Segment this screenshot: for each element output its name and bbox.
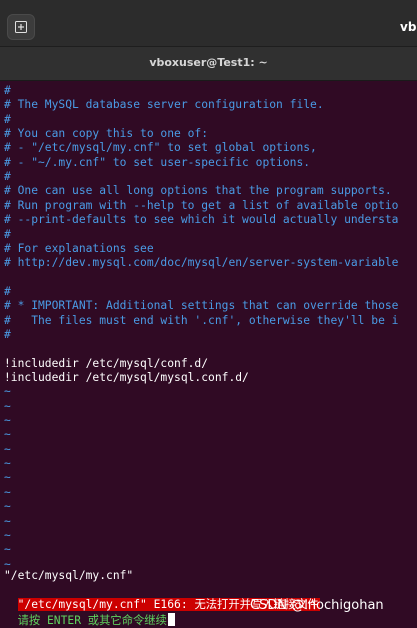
editor-line: # [4, 112, 11, 126]
editor-line: # [4, 170, 11, 184]
window-title-bar: vboxuser@Test1: ~ [0, 47, 417, 81]
tilde-line: ~ [4, 500, 11, 514]
editor-line: # Run program with --help to get a list … [4, 198, 399, 212]
editor-line: # The files must end with '.cnf', otherw… [4, 313, 399, 327]
new-tab-button[interactable] [7, 14, 35, 40]
editor-line: # The MySQL database server configuratio… [4, 98, 324, 112]
tilde-line: ~ [4, 442, 11, 456]
prompt-line: 请按 ENTER 或其它命令继续 [4, 599, 175, 627]
editor-line: # One can use all long options that the … [4, 184, 392, 198]
tilde-line: ~ [4, 457, 11, 471]
editor-line: !includedir /etc/mysql/conf.d/ [4, 356, 209, 370]
editor-line: # You can copy this to one of: [4, 127, 209, 141]
editor-line: # [4, 284, 11, 298]
status-filename: "/etc/mysql/my.cnf" [4, 569, 134, 582]
tilde-line: ~ [4, 385, 11, 399]
tilde-line: ~ [4, 428, 11, 442]
watermark: CSDN @lnochigohan [250, 598, 384, 613]
editor-line: # - "~/.my.cnf" to set user-specific opt… [4, 155, 311, 169]
editor-line: # --print-defaults to see which it would… [4, 213, 399, 227]
text-cursor [167, 613, 175, 626]
tilde-line: ~ [4, 414, 11, 428]
terminal-area[interactable]: # # The MySQL database server configurati… [0, 81, 417, 627]
header-bar: vb [0, 0, 417, 47]
editor-line: !includedir /etc/mysql/mysql.conf.d/ [4, 371, 249, 384]
editor-line: # [4, 227, 11, 241]
editor-line: # For explanations see [4, 241, 154, 255]
new-tab-icon [15, 21, 27, 33]
tilde-line: ~ [4, 399, 11, 413]
tilde-line: ~ [4, 485, 11, 499]
tilde-line: ~ [4, 471, 11, 485]
app-title: vb [400, 20, 417, 34]
editor-line: # * IMPORTANT: Additional settings that … [4, 299, 399, 313]
editor-line: # [4, 84, 11, 97]
tilde-line: ~ [4, 528, 11, 542]
editor-line: # - "/etc/mysql/my.cnf" to set global op… [4, 141, 317, 155]
continue-prompt: 请按 ENTER 或其它命令继续 [17, 614, 167, 627]
window-title: vboxuser@Test1: ~ [149, 56, 268, 69]
tilde-line: ~ [4, 543, 11, 557]
tilde-line: ~ [4, 514, 11, 528]
editor-line: # http://dev.mysql.com/doc/mysql/en/serv… [4, 256, 399, 270]
error-message-line: "/etc/mysql/my.cnf" E166: 无法打开并写入链接文件 [4, 584, 320, 611]
editor-line: # [4, 327, 11, 341]
